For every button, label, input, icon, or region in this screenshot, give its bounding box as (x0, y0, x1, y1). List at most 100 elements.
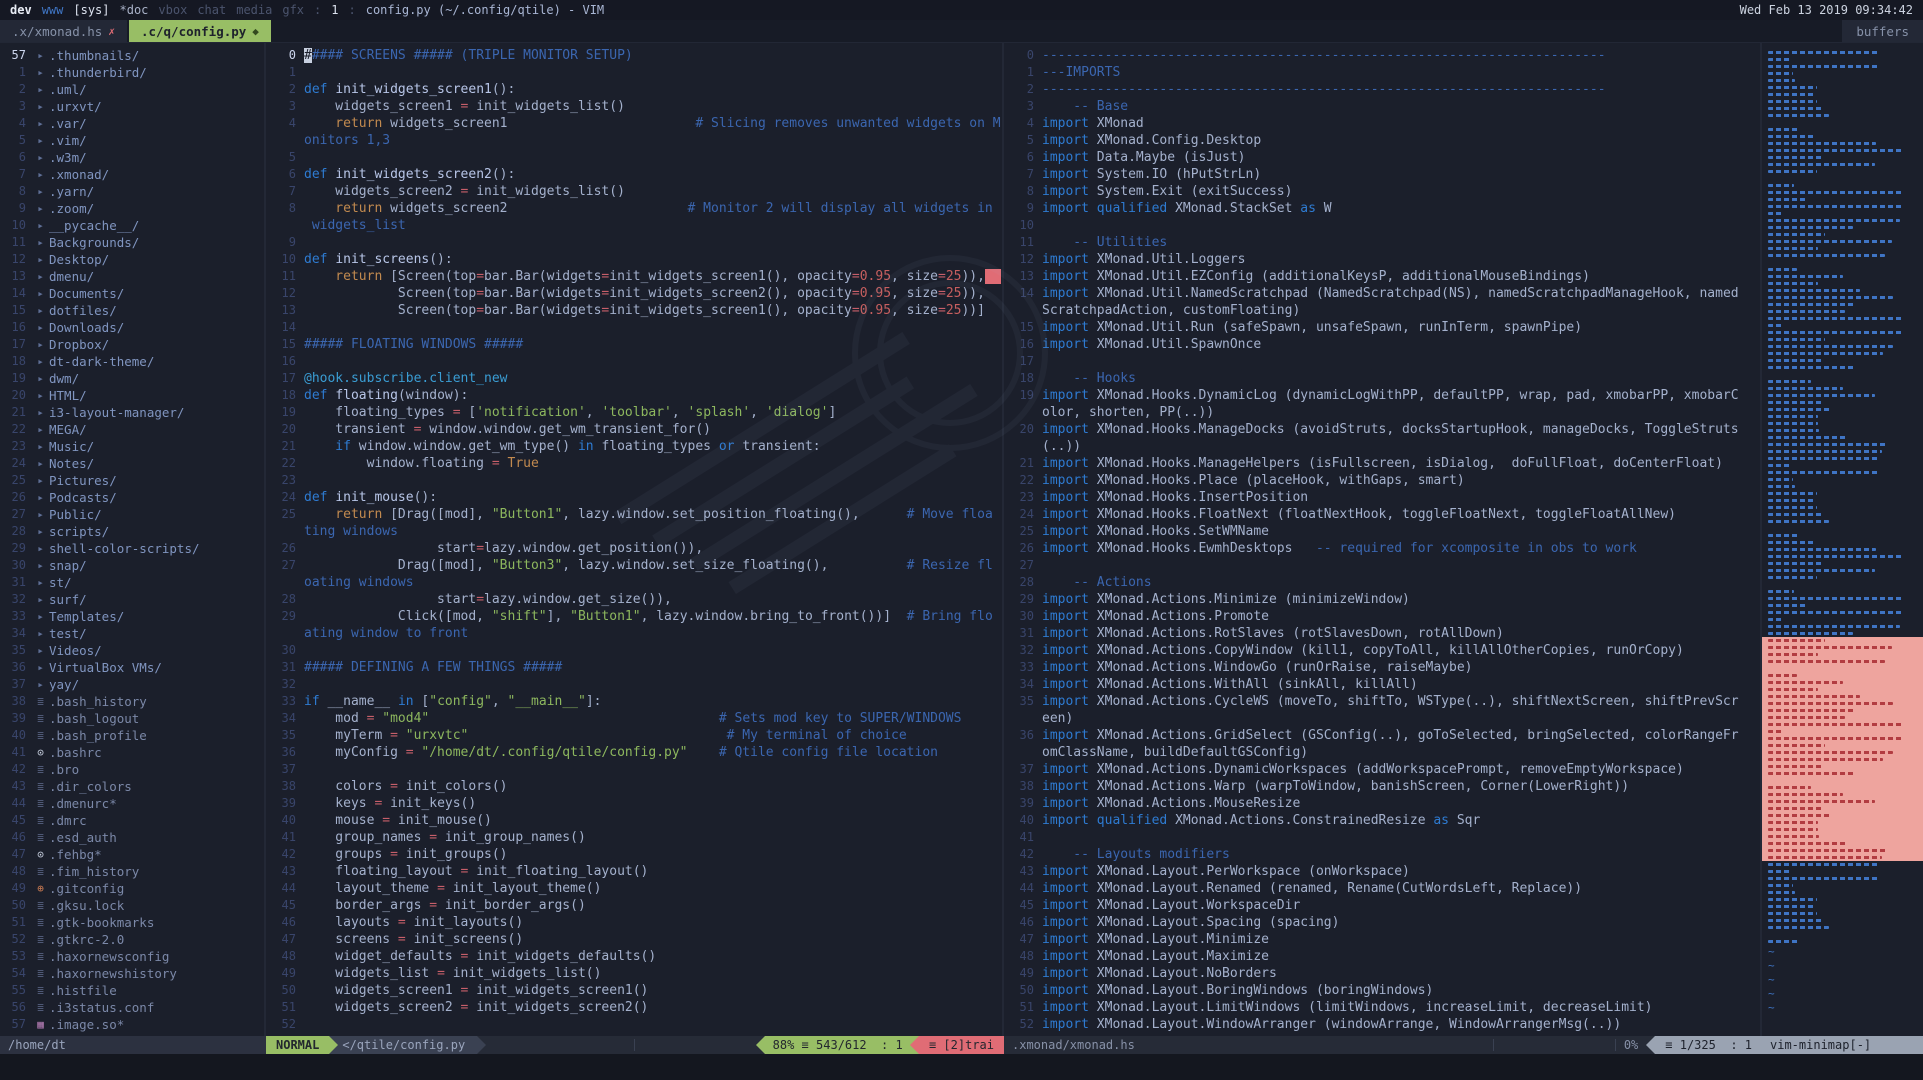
tree-item[interactable]: 48≣.fim_history (0, 863, 264, 880)
tree-item[interactable]: 45≣.dmrc (0, 812, 264, 829)
tree-item[interactable]: 50≣.gksu.lock (0, 897, 264, 914)
line-number: 27 (1004, 557, 1042, 574)
tree-item-label: .fim_history (49, 863, 139, 880)
buffer-tabs: .x/xmonad.hs✗.c/q/config.py◆ (0, 20, 273, 42)
tree-item[interactable]: 21▸i3-layout-manager/ (0, 404, 264, 421)
code-text: -- Utilities (1042, 234, 1760, 251)
code-line: 26import XMonad.Hooks.EwmhDesktops -- re… (1004, 540, 1760, 557)
tree-item[interactable]: 43≣.dir_colors (0, 778, 264, 795)
code-text: ##### FLOATING WINDOWS ##### (304, 336, 1002, 353)
tree-item[interactable]: 11▸Backgrounds/ (0, 234, 264, 251)
nerdtree-root-path: /home/dt (0, 1036, 66, 1054)
code-text: -- Actions (1042, 574, 1760, 591)
code-text: import XMonad.Layout.BoringWindows (bori… (1042, 982, 1760, 999)
line-number: 26 (266, 540, 304, 557)
tree-item[interactable]: 57▸.thumbnails/ (0, 47, 264, 64)
buffer-tab--c-q-config-py[interactable]: .c/q/config.py◆ (129, 20, 271, 42)
tree-item[interactable]: 3▸.urxvt/ (0, 98, 264, 115)
command-line[interactable] (0, 1054, 1923, 1080)
tree-item[interactable]: 2▸.uml/ (0, 81, 264, 98)
tree-item[interactable]: 10▸__pycache__/ (0, 217, 264, 234)
code-text: import XMonad.Actions.WithAll (sinkAll, … (1042, 676, 1760, 693)
line-number: 40 (1004, 812, 1042, 829)
tree-item[interactable]: 20▸HTML/ (0, 387, 264, 404)
workspace-dev[interactable]: dev (10, 3, 32, 17)
workspace-vbox[interactable]: vbox (158, 3, 187, 17)
workspace-media[interactable]: media (236, 3, 272, 17)
tree-item[interactable]: 47⊙.fehbg* (0, 846, 264, 863)
folder-closed-icon: ▸ (32, 132, 49, 149)
minimap-row (1762, 574, 1923, 581)
tab-label: .x/xmonad.hs (12, 24, 102, 39)
tree-item[interactable]: 39≣.bash_logout (0, 710, 264, 727)
tree-item[interactable]: 32▸surf/ (0, 591, 264, 608)
tree-item[interactable]: 15▸dotfiles/ (0, 302, 264, 319)
line-number (266, 132, 304, 149)
tree-item[interactable]: 4▸.var/ (0, 115, 264, 132)
tree-item[interactable]: 36▸VirtualBox VMs/ (0, 659, 264, 676)
tree-item[interactable]: 9▸.zoom/ (0, 200, 264, 217)
editor-config-py[interactable]: 0##### SCREENS ##### (TRIPLE MONITOR SET… (266, 43, 1002, 1036)
tree-item[interactable]: 53≣.haxornewsconfig (0, 948, 264, 965)
tree-item[interactable]: 31▸st/ (0, 574, 264, 591)
tree-item[interactable]: 33▸Templates/ (0, 608, 264, 625)
tree-item[interactable]: 6▸.w3m/ (0, 149, 264, 166)
tree-item-label: .uml/ (49, 81, 87, 98)
tree-item[interactable]: 40≣.bash_profile (0, 727, 264, 744)
buffer-tab--x-xmonad-hs[interactable]: .x/xmonad.hs✗ (0, 20, 127, 42)
tree-item[interactable]: 38≣.bash_history (0, 693, 264, 710)
code-line: (..)) (1004, 438, 1760, 455)
minimap-pane[interactable]: ~~~~~ (1762, 43, 1923, 1036)
tree-item[interactable]: 35▸Videos/ (0, 642, 264, 659)
tree-item[interactable]: 14▸Documents/ (0, 285, 264, 302)
folder-closed-icon: ▸ (32, 455, 49, 472)
tree-item[interactable]: 42≣.bro (0, 761, 264, 778)
tree-item[interactable]: 18▸dt-dark-theme/ (0, 353, 264, 370)
tree-item[interactable]: 5▸.vim/ (0, 132, 264, 149)
workspace-chat[interactable]: chat (197, 3, 226, 17)
tree-item[interactable]: 8▸.yarn/ (0, 183, 264, 200)
workspace-doc[interactable]: *doc (120, 3, 149, 17)
tree-item[interactable]: 46≣.esd_auth (0, 829, 264, 846)
tree-item[interactable]: 57▦.image.so* (0, 1016, 264, 1033)
tree-item[interactable]: 16▸Downloads/ (0, 319, 264, 336)
tree-item[interactable]: 27▸Public/ (0, 506, 264, 523)
tree-item[interactable]: 25▸Pictures/ (0, 472, 264, 489)
tree-item[interactable]: 28▸scripts/ (0, 523, 264, 540)
line-number: 19 (266, 404, 304, 421)
minimap-viewport-row (1762, 707, 1923, 714)
workspace-gfx[interactable]: gfx (282, 3, 304, 17)
tree-item-label: scripts/ (49, 523, 109, 540)
tree-item[interactable]: 7▸.xmonad/ (0, 166, 264, 183)
line-number: 3 (1004, 98, 1042, 115)
tree-item[interactable]: 52≣.gtkrc-2.0 (0, 931, 264, 948)
tree-item[interactable]: 55≣.histfile (0, 982, 264, 999)
tree-item[interactable]: 12▸Desktop/ (0, 251, 264, 268)
tree-item[interactable]: 41⊙.bashrc (0, 744, 264, 761)
tree-item[interactable]: 54≣.haxornewshistory (0, 965, 264, 982)
workspace-sys[interactable]: [sys] (73, 3, 109, 17)
line-number: 37 (266, 761, 304, 778)
tree-item[interactable]: 34▸test/ (0, 625, 264, 642)
nerdtree-pane[interactable]: 57▸.thumbnails/1▸.thunderbird/2▸.uml/3▸.… (0, 43, 264, 1036)
tree-item-label: .i3status.conf (49, 999, 154, 1016)
tree-item[interactable]: 56≣.i3status.conf (0, 999, 264, 1016)
tree-item[interactable]: 1▸.thunderbird/ (0, 64, 264, 81)
tree-item[interactable]: 51≣.gtk-bookmarks (0, 914, 264, 931)
tree-item[interactable]: 30▸snap/ (0, 557, 264, 574)
editor-xmonad-hs[interactable]: 0---------------------------------------… (1004, 43, 1760, 1036)
tree-item[interactable]: 13▸dmenu/ (0, 268, 264, 285)
tree-item[interactable]: 44≣.dmenurc* (0, 795, 264, 812)
tree-item[interactable]: 49⊕.gitconfig (0, 880, 264, 897)
workspace-www[interactable]: www (42, 3, 64, 17)
minimap-row (1762, 420, 1923, 427)
tree-item[interactable]: 22▸MEGA/ (0, 421, 264, 438)
tree-item[interactable]: 17▸Dropbox/ (0, 336, 264, 353)
tree-item[interactable]: 24▸Notes/ (0, 455, 264, 472)
tree-item[interactable]: 29▸shell-color-scripts/ (0, 540, 264, 557)
tree-item[interactable]: 26▸Podcasts/ (0, 489, 264, 506)
tree-item[interactable]: 37▸yay/ (0, 676, 264, 693)
tree-item[interactable]: 23▸Music/ (0, 438, 264, 455)
tree-item-label: .bash_logout (49, 710, 139, 727)
tree-item[interactable]: 19▸dwm/ (0, 370, 264, 387)
